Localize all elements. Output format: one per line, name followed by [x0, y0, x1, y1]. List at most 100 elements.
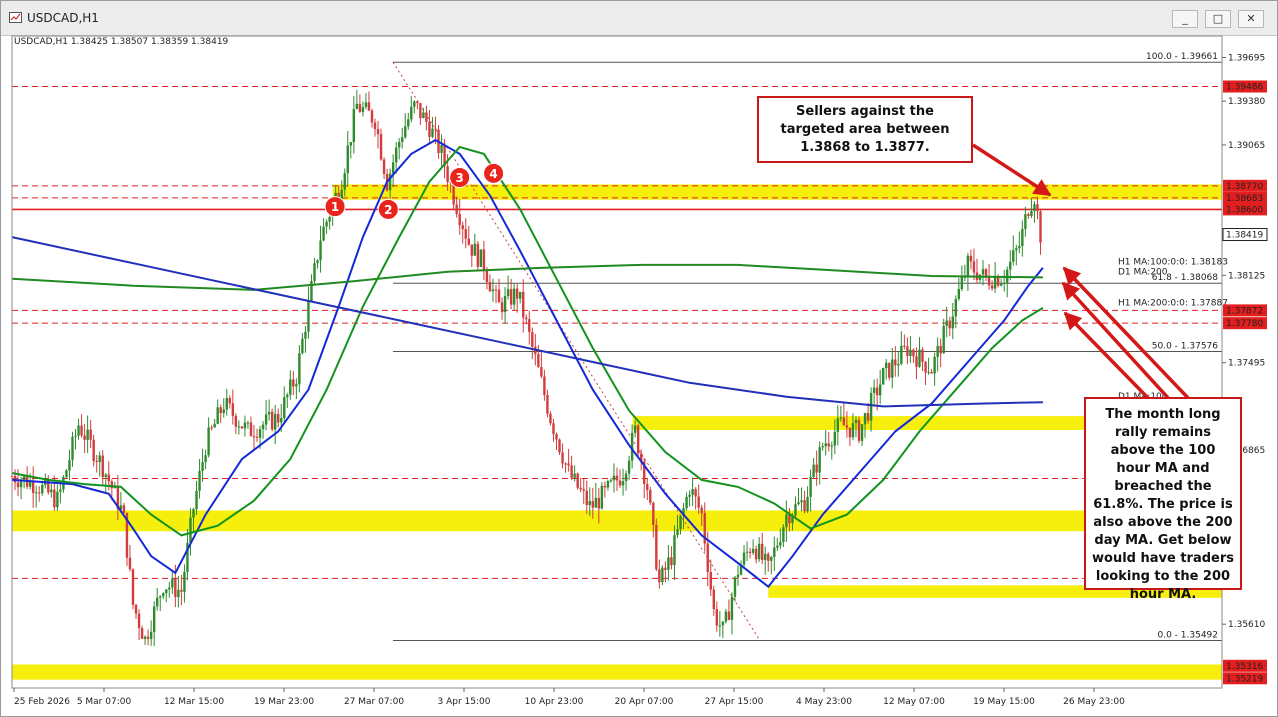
- candle-body: [888, 362, 891, 378]
- candle-body: [446, 166, 449, 183]
- candle-body: [664, 567, 667, 570]
- annotation-arrow: [1063, 311, 1152, 402]
- candle-body: [582, 489, 585, 491]
- candle-body: [370, 110, 374, 123]
- y-tick-label: 1.39695: [1228, 54, 1265, 64]
- candle-body: [733, 577, 737, 597]
- candle-body: [552, 423, 555, 435]
- candle-body: [842, 417, 846, 426]
- candle-body: [207, 427, 210, 456]
- candle-body: [797, 502, 800, 505]
- candle-body: [615, 475, 619, 481]
- candle-body: [872, 387, 876, 393]
- candle-body: [355, 103, 359, 110]
- candle-body: [646, 484, 649, 491]
- candle-body: [782, 527, 785, 542]
- candle-body: [603, 485, 607, 488]
- candle-body: [649, 490, 652, 503]
- candle-body: [464, 229, 467, 239]
- candle-body: [307, 300, 310, 332]
- candle-body: [715, 608, 719, 626]
- y-tick-label: 1.39065: [1228, 141, 1265, 151]
- candle-body: [751, 548, 755, 553]
- candle-body: [606, 481, 610, 488]
- candle-body: [927, 372, 930, 374]
- candle-body: [543, 376, 546, 396]
- candle-body: [833, 431, 836, 446]
- candle-body: [700, 507, 703, 514]
- candle-body: [322, 226, 325, 241]
- candle-body: [1033, 204, 1036, 212]
- price-label: 1.38770: [1226, 182, 1263, 192]
- candle-body: [996, 276, 1000, 286]
- candle-body: [286, 394, 289, 398]
- candle-body: [455, 204, 458, 214]
- candle-body: [851, 423, 855, 438]
- marker-number: 3: [456, 171, 464, 185]
- candle-body: [1015, 248, 1018, 251]
- candle-body: [824, 443, 827, 447]
- candle-body: [972, 261, 976, 273]
- candle-body: [358, 103, 362, 112]
- candle-body: [636, 425, 640, 454]
- candle-body: [818, 447, 821, 473]
- candle-body: [137, 613, 141, 629]
- candle-body: [183, 571, 186, 592]
- candle-body: [706, 543, 709, 573]
- fib-label: 0.0 - 1.35492: [1158, 631, 1219, 641]
- candle-body: [655, 524, 658, 570]
- candle-body: [174, 578, 177, 598]
- candle-body: [41, 484, 44, 494]
- candle-body: [104, 474, 107, 477]
- candle-body: [71, 436, 74, 461]
- candle-body: [467, 238, 470, 245]
- candle-body: [340, 189, 343, 200]
- candle-body: [382, 159, 386, 174]
- candle-body: [140, 628, 144, 639]
- candle-body: [373, 122, 377, 130]
- candle-body: [869, 392, 873, 421]
- marker-number: 2: [384, 203, 392, 217]
- candle-body: [440, 144, 443, 153]
- candle-body: [540, 367, 543, 377]
- candle-body: [56, 491, 59, 508]
- candle-body: [152, 606, 156, 632]
- candle-body: [718, 625, 722, 627]
- candle-body: [419, 103, 422, 118]
- candle-body: [509, 289, 513, 305]
- candle-body: [848, 427, 852, 438]
- candle-body: [461, 225, 464, 230]
- candle-body: [537, 354, 540, 368]
- annotation-top: Sellers against the targeted area betwee…: [757, 96, 973, 163]
- candle-body: [404, 126, 407, 138]
- price-label: 1.38683: [1226, 194, 1263, 204]
- candle-body: [1021, 228, 1024, 247]
- candle-body: [198, 470, 201, 491]
- moving-average-line: [11, 145, 1044, 537]
- candle-body: [101, 455, 104, 477]
- candle-body: [1003, 282, 1006, 284]
- candle-body: [815, 464, 818, 473]
- candle-body: [361, 107, 365, 112]
- candle-body: [301, 338, 304, 354]
- candle-body: [325, 221, 328, 227]
- x-tick-label: 27 Apr 15:00: [705, 697, 764, 707]
- candle-body: [122, 505, 126, 513]
- candle-body: [149, 631, 153, 639]
- candle-body: [243, 422, 247, 429]
- candle-body: [764, 553, 767, 560]
- candle-body: [289, 379, 292, 395]
- candle-body: [431, 128, 434, 137]
- candle-body: [319, 240, 322, 261]
- candle-body: [915, 356, 918, 367]
- candle-body: [999, 283, 1003, 286]
- candle-body: [900, 345, 903, 364]
- candle-body: [107, 474, 110, 482]
- candle-body: [488, 282, 492, 292]
- candle-body: [16, 482, 20, 488]
- candle-body: [987, 276, 991, 286]
- candle-body: [993, 276, 997, 289]
- candle-body: [38, 492, 41, 494]
- candle-body: [591, 501, 594, 508]
- candle-body: [519, 291, 522, 299]
